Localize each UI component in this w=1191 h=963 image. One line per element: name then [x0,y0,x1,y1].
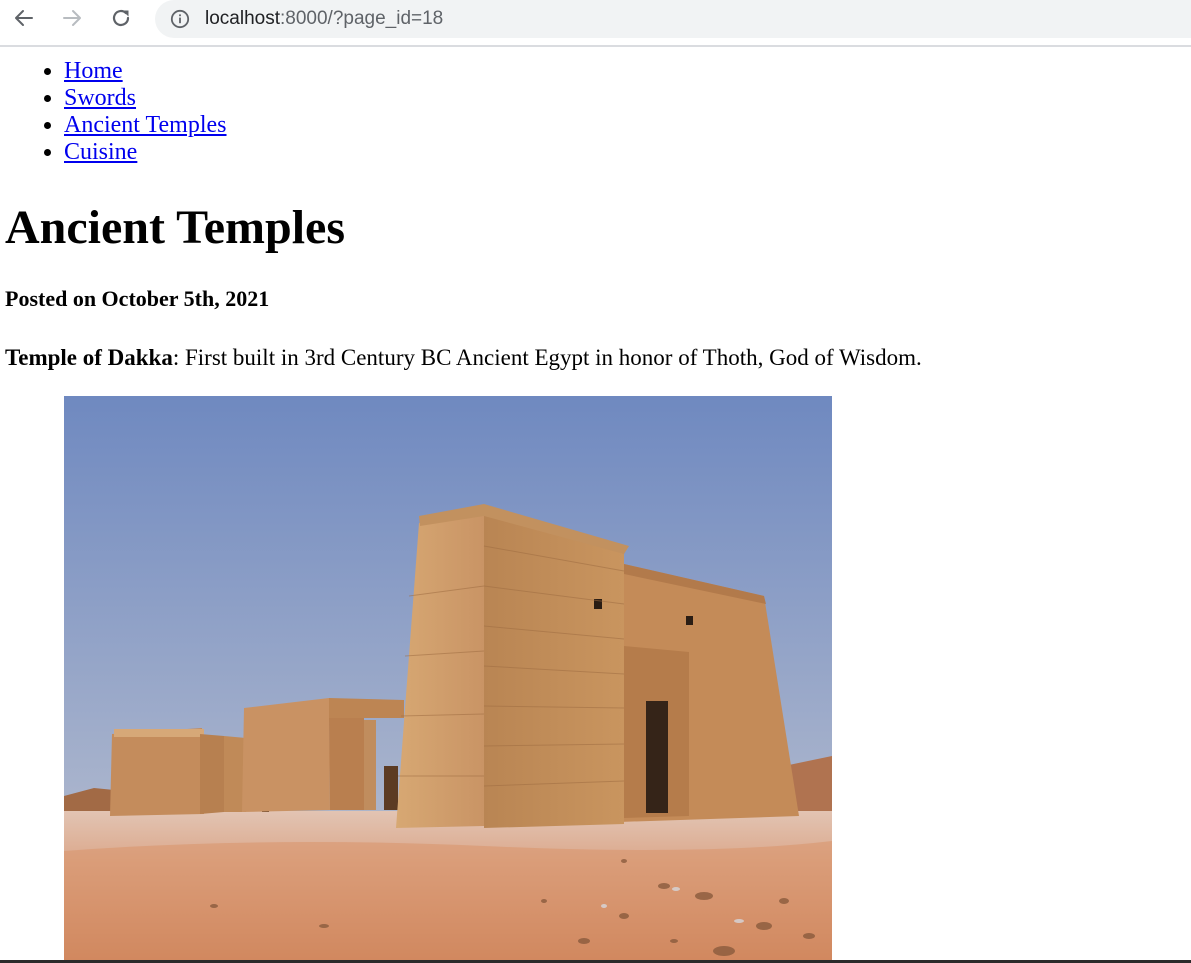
nav-link-home[interactable]: Home [64,58,123,84]
reload-icon [112,9,130,27]
arrow-right-icon [63,10,81,26]
url-host: localhost [205,8,280,29]
temple-description-text: : First built in 3rd Century BC Ancient … [172,345,922,370]
nav-item-cuisine: Cuisine [64,139,227,166]
temple-name: Temple of Dakka [5,345,173,370]
temple-description: Temple of Dakka: First built in 3rd Cent… [5,343,922,373]
url-path: :8000/?page_id=18 [280,8,444,29]
nav-link-swords[interactable]: Swords [64,85,136,111]
info-icon[interactable] [170,9,190,29]
posted-date: Posted on October 5th, 2021 [5,286,270,311]
nav-item-ancient-temples: Ancient Temples [64,112,227,139]
arrow-left-icon [15,10,33,26]
browser-toolbar: localhost:8000/?page_id=18 [0,0,1191,47]
page-title: Ancient Temples [5,201,346,254]
nav-item-swords: Swords [64,85,227,112]
forward-button[interactable] [57,3,87,33]
site-nav: Home Swords Ancient Temples Cuisine [0,58,227,166]
reload-button[interactable] [106,3,136,33]
back-button[interactable] [9,3,39,33]
address-bar[interactable]: localhost:8000/?page_id=18 [155,0,1191,38]
temple-photo [64,396,832,961]
url-text[interactable]: localhost:8000/?page_id=18 [205,7,443,31]
nav-link-cuisine[interactable]: Cuisine [64,139,137,165]
nav-link-ancient-temples[interactable]: Ancient Temples [64,112,227,138]
nav-item-home: Home [64,58,227,85]
